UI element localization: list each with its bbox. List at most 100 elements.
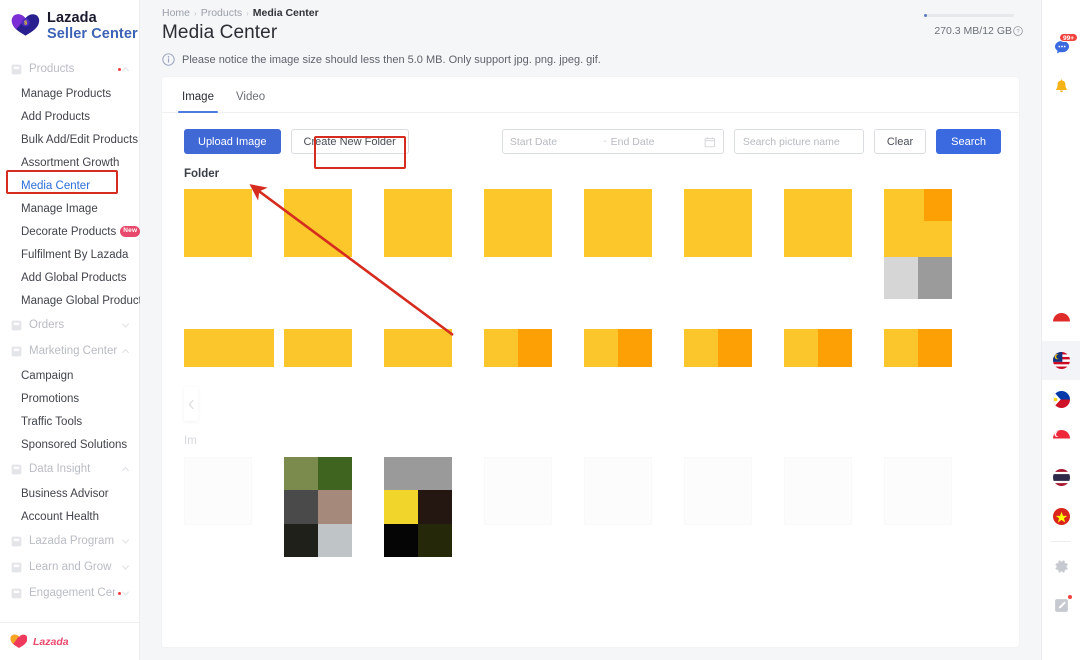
sidebar-item-manage-products[interactable]: Manage Products xyxy=(0,82,139,105)
sidebar-item-label: Sponsored Solutions xyxy=(21,438,128,451)
image-tile[interactable] xyxy=(384,329,484,367)
flag-vietnam[interactable] xyxy=(1042,497,1080,536)
clear-button[interactable]: Clear xyxy=(873,129,927,154)
sidebar-footer[interactable]: Lazada xyxy=(0,622,139,660)
question-circle-icon[interactable]: ? xyxy=(1013,26,1023,36)
breadcrumb-item-products[interactable]: Products xyxy=(201,7,242,19)
upload-image-button[interactable]: Upload Image xyxy=(184,129,281,154)
sidebar-item-manage-image[interactable]: Manage Image xyxy=(0,197,139,220)
breadcrumb-item-home[interactable]: Home xyxy=(162,7,190,19)
image-tile[interactable] xyxy=(184,329,284,367)
sidebar-item-traffic-tools[interactable]: Traffic Tools xyxy=(0,410,139,433)
settings-gear-icon[interactable] xyxy=(1042,547,1080,586)
calendar-icon[interactable] xyxy=(704,136,716,148)
chevron-up-icon[interactable] xyxy=(121,347,130,356)
sidebar-group-products[interactable]: Products xyxy=(0,56,139,82)
carousel-prev-button[interactable] xyxy=(184,387,198,421)
bottom-thumbnail-tile[interactable] xyxy=(784,457,884,557)
create-new-folder-button[interactable]: Create New Folder xyxy=(290,129,409,154)
chat-square-icon xyxy=(11,588,22,598)
folder-tile[interactable] xyxy=(584,189,684,299)
sidebar-group-lazada-program[interactable]: Lazada Program xyxy=(0,528,139,554)
image-thumbnail xyxy=(684,329,752,367)
folder-tile[interactable] xyxy=(184,189,284,299)
sidebar-item-assortment-growth[interactable]: Assortment Growth xyxy=(0,151,139,174)
svg-text:$: $ xyxy=(24,21,27,27)
folder-tile[interactable] xyxy=(384,189,484,299)
image-tile[interactable] xyxy=(284,329,384,367)
search-button[interactable]: Search xyxy=(936,129,1001,154)
chevron-up-icon[interactable] xyxy=(121,465,130,474)
sidebar-item-media-center[interactable]: Media Center xyxy=(0,174,139,197)
sidebar-item-fulfilment-by-lazada[interactable]: Fulfilment By Lazada xyxy=(0,243,139,266)
sidebar-item-add-global-products[interactable]: Add Global Products xyxy=(0,266,139,289)
chevron-down-icon[interactable] xyxy=(121,589,130,598)
chat-icon[interactable]: 99+ xyxy=(1042,28,1080,67)
chevron-down-icon[interactable] xyxy=(121,589,130,598)
chevron-down-icon[interactable] xyxy=(121,321,130,330)
bottom-thumbnail-tile[interactable] xyxy=(384,457,484,557)
chevron-up-icon[interactable] xyxy=(121,65,130,74)
image-tile[interactable] xyxy=(684,329,784,367)
sidebar-item-bulk-add-edit-products[interactable]: Bulk Add/Edit Products xyxy=(0,128,139,151)
folder-tile[interactable] xyxy=(884,189,984,299)
chevron-down-icon[interactable] xyxy=(121,563,130,572)
folder-thumbnail xyxy=(684,189,752,257)
breadcrumb-separator: › xyxy=(246,8,249,18)
image-tile[interactable] xyxy=(484,329,584,367)
folder-tile[interactable] xyxy=(784,189,884,299)
bottom-thumbnail-tile[interactable] xyxy=(184,457,284,557)
image-tile[interactable] xyxy=(884,329,984,367)
bottom-thumbnail-tile[interactable] xyxy=(584,457,684,557)
end-date-input[interactable]: End Date xyxy=(611,136,700,148)
chevron-up-icon[interactable] xyxy=(121,347,130,356)
chevron-down-icon[interactable] xyxy=(121,563,130,572)
chevron-down-icon[interactable] xyxy=(121,537,130,546)
flag-indonesia[interactable] xyxy=(1042,302,1080,341)
sidebar-group-learn-and-grow[interactable]: Learn and Grow xyxy=(0,554,139,580)
bottom-thumbnail-tile[interactable] xyxy=(484,457,584,557)
search-picture-name-input[interactable]: Search picture name xyxy=(733,129,864,154)
sidebar-item-add-products[interactable]: Add Products xyxy=(0,105,139,128)
chevron-down-icon[interactable] xyxy=(121,321,130,330)
flag-thailand[interactable] xyxy=(1042,458,1080,497)
chevron-up-icon[interactable] xyxy=(121,465,130,474)
bell-icon[interactable] xyxy=(1042,67,1080,106)
medal-icon xyxy=(11,536,22,546)
sidebar-item-account-health[interactable]: Account Health xyxy=(0,505,139,528)
sidebar-group-data-insight[interactable]: Data Insight xyxy=(0,456,139,482)
flag-philippines[interactable] xyxy=(1042,380,1080,419)
bottom-thumbnail-tile[interactable] xyxy=(884,457,984,557)
start-date-input[interactable]: Start Date xyxy=(510,136,599,148)
sidebar-item-label: Business Advisor xyxy=(21,487,109,500)
chevron-up-icon[interactable] xyxy=(121,65,130,74)
feedback-edit-icon[interactable] xyxy=(1042,586,1080,625)
flag-singapore[interactable] xyxy=(1042,419,1080,458)
folder-tile[interactable] xyxy=(684,189,784,299)
sidebar-item-decorate-products[interactable]: Decorate Products New xyxy=(0,220,141,243)
sidebar-item-manage-global-products[interactable]: Manage Global Products xyxy=(0,289,148,312)
brand-logo-block[interactable]: $ Lazada Seller Center xyxy=(0,0,139,52)
sidebar-item-sponsored-solutions[interactable]: Sponsored Solutions xyxy=(0,433,139,456)
bottom-thumbnail-tile[interactable] xyxy=(284,457,384,557)
breadcrumb-item-media-center: Media Center xyxy=(252,7,319,19)
chevron-down-icon[interactable] xyxy=(121,537,130,546)
image-tile[interactable] xyxy=(584,329,684,367)
image-tile[interactable] xyxy=(784,329,884,367)
sidebar-group-engagement-center[interactable]: Engagement Center xyxy=(0,580,139,606)
tab-image[interactable]: Image xyxy=(178,91,218,113)
notice-text: Please notice the image size should less… xyxy=(182,53,601,66)
sidebar-item-label: Account Health xyxy=(21,510,99,523)
folder-tile[interactable] xyxy=(484,189,584,299)
flag-malaysia[interactable] xyxy=(1042,341,1080,380)
new-badge: New xyxy=(120,226,141,237)
folder-tile[interactable] xyxy=(284,189,384,299)
sidebar-group-orders[interactable]: Orders xyxy=(0,312,139,338)
sidebar-group-marketing-center[interactable]: Marketing Center xyxy=(0,338,139,364)
sidebar-item-promotions[interactable]: Promotions xyxy=(0,387,139,410)
tab-video[interactable]: Video xyxy=(236,91,265,112)
sidebar-item-business-advisor[interactable]: Business Advisor xyxy=(0,482,139,505)
sidebar-item-campaign[interactable]: Campaign xyxy=(0,364,139,387)
bottom-thumbnail-tile[interactable] xyxy=(684,457,784,557)
date-range-picker[interactable]: Start Date - End Date xyxy=(501,129,724,154)
